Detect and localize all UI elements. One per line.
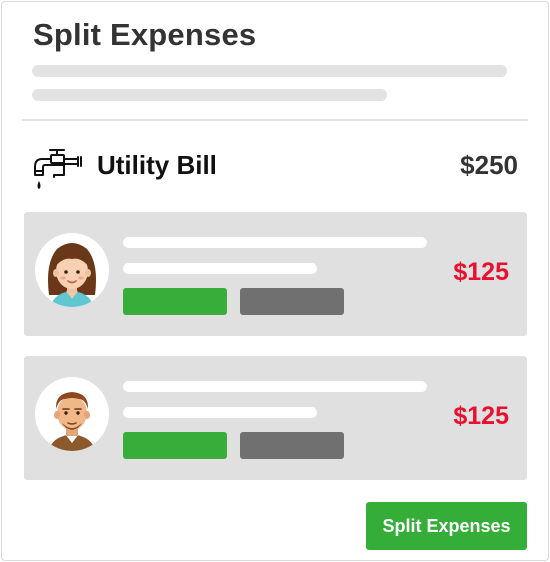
woman-avatar — [35, 233, 109, 307]
bill-row: Utility Bill $250 — [2, 142, 550, 202]
participant-detail-placeholder — [123, 407, 317, 418]
participant-name-placeholder — [123, 237, 427, 248]
description-placeholder-line-2 — [32, 89, 387, 101]
divider — [22, 119, 528, 121]
faucet-icon — [32, 147, 84, 206]
split-expenses-button[interactable]: Split Expenses — [366, 502, 527, 550]
man-avatar — [35, 377, 109, 451]
participant-name-placeholder — [123, 381, 427, 392]
page-title: Split Expenses — [33, 17, 257, 52]
pending-status-chip[interactable] — [240, 432, 344, 459]
pending-status-chip[interactable] — [240, 288, 344, 315]
participant-detail-placeholder — [123, 263, 317, 274]
bill-label: Utility Bill — [97, 150, 217, 180]
paid-status-chip[interactable] — [123, 432, 227, 459]
participant-share-amount: $125 — [453, 258, 509, 286]
bill-amount: $250 — [460, 150, 518, 180]
participant-share-amount: $125 — [453, 402, 509, 430]
paid-status-chip[interactable] — [123, 288, 227, 315]
description-placeholder-line-1 — [32, 65, 507, 77]
participant-row: $125 — [24, 212, 527, 336]
split-expenses-card: Split Expenses Utility Bill $250 $125 $1… — [1, 1, 549, 561]
participant-row: $125 — [24, 356, 527, 480]
